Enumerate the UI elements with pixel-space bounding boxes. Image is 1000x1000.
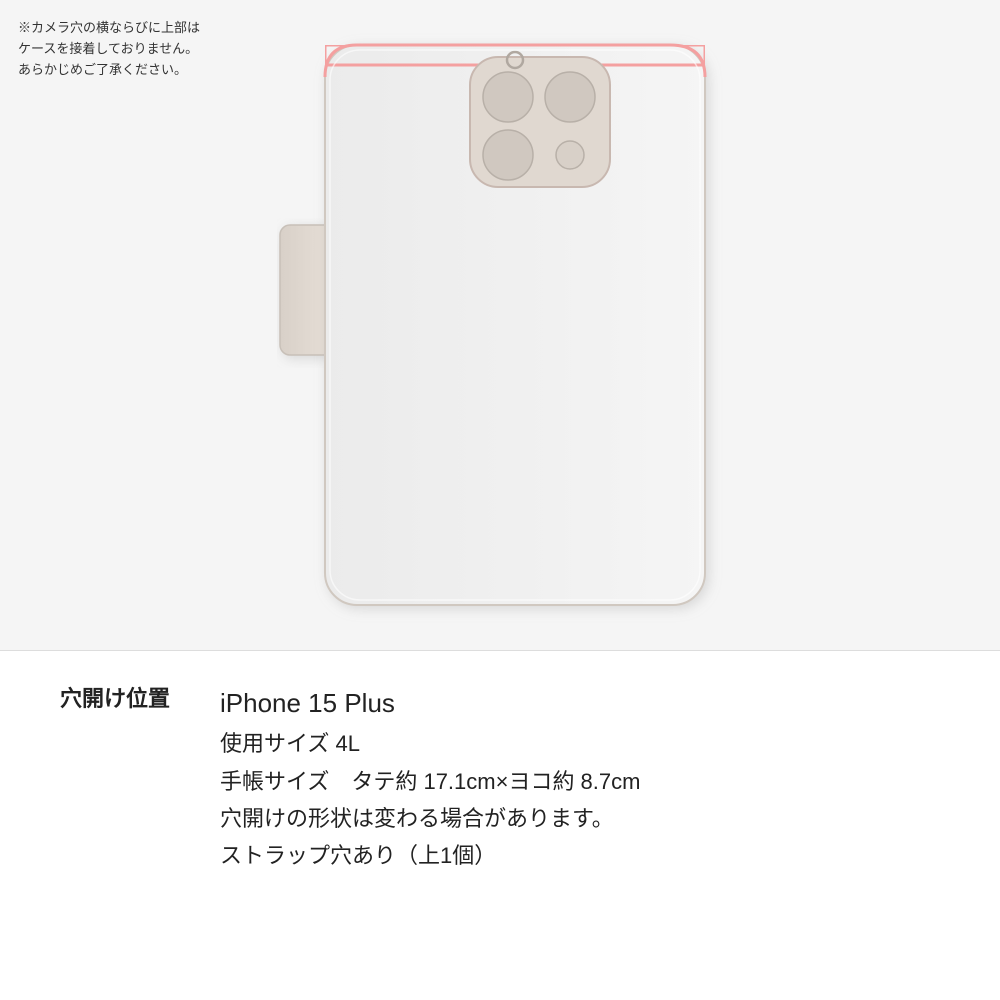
info-row-main: 穴開け位置 iPhone 15 Plus 使用サイズ 4L 手帳サイズ タテ約 … <box>60 681 940 875</box>
info-device: iPhone 15 Plus <box>220 681 640 725</box>
camera-note: ※カメラ穴の横ならびに上部は ケースを接着しておりません。 あらかじめご了承くだ… <box>18 18 200 80</box>
info-section: 穴開け位置 iPhone 15 Plus 使用サイズ 4L 手帳サイズ タテ約 … <box>0 651 1000 1000</box>
case-illustration <box>250 25 750 625</box>
info-content-block: iPhone 15 Plus 使用サイズ 4L 手帳サイズ タテ約 17.1cm… <box>220 681 640 875</box>
page-container: ※カメラ穴の横ならびに上部は ケースを接着しておりません。 あらかじめご了承くだ… <box>0 0 1000 1000</box>
info-hole-note: 穴開けの形状は変わる場合があります。 <box>220 800 640 837</box>
info-label: 穴開け位置 <box>60 681 220 713</box>
info-dimensions: 手帳サイズ タテ約 17.1cm×ヨコ約 8.7cm <box>220 763 640 800</box>
info-strap: ストラップ穴あり（上1個） <box>220 837 640 874</box>
info-size: 使用サイズ 4L <box>220 725 640 762</box>
camera-note-line3: あらかじめご了承ください。 <box>18 62 187 77</box>
camera-note-line2: ケースを接着しておりません。 <box>18 41 198 56</box>
case-image-area: ※カメラ穴の横ならびに上部は ケースを接着しておりません。 あらかじめご了承くだ… <box>0 0 1000 650</box>
camera-note-line1: ※カメラ穴の横ならびに上部は <box>18 20 200 35</box>
